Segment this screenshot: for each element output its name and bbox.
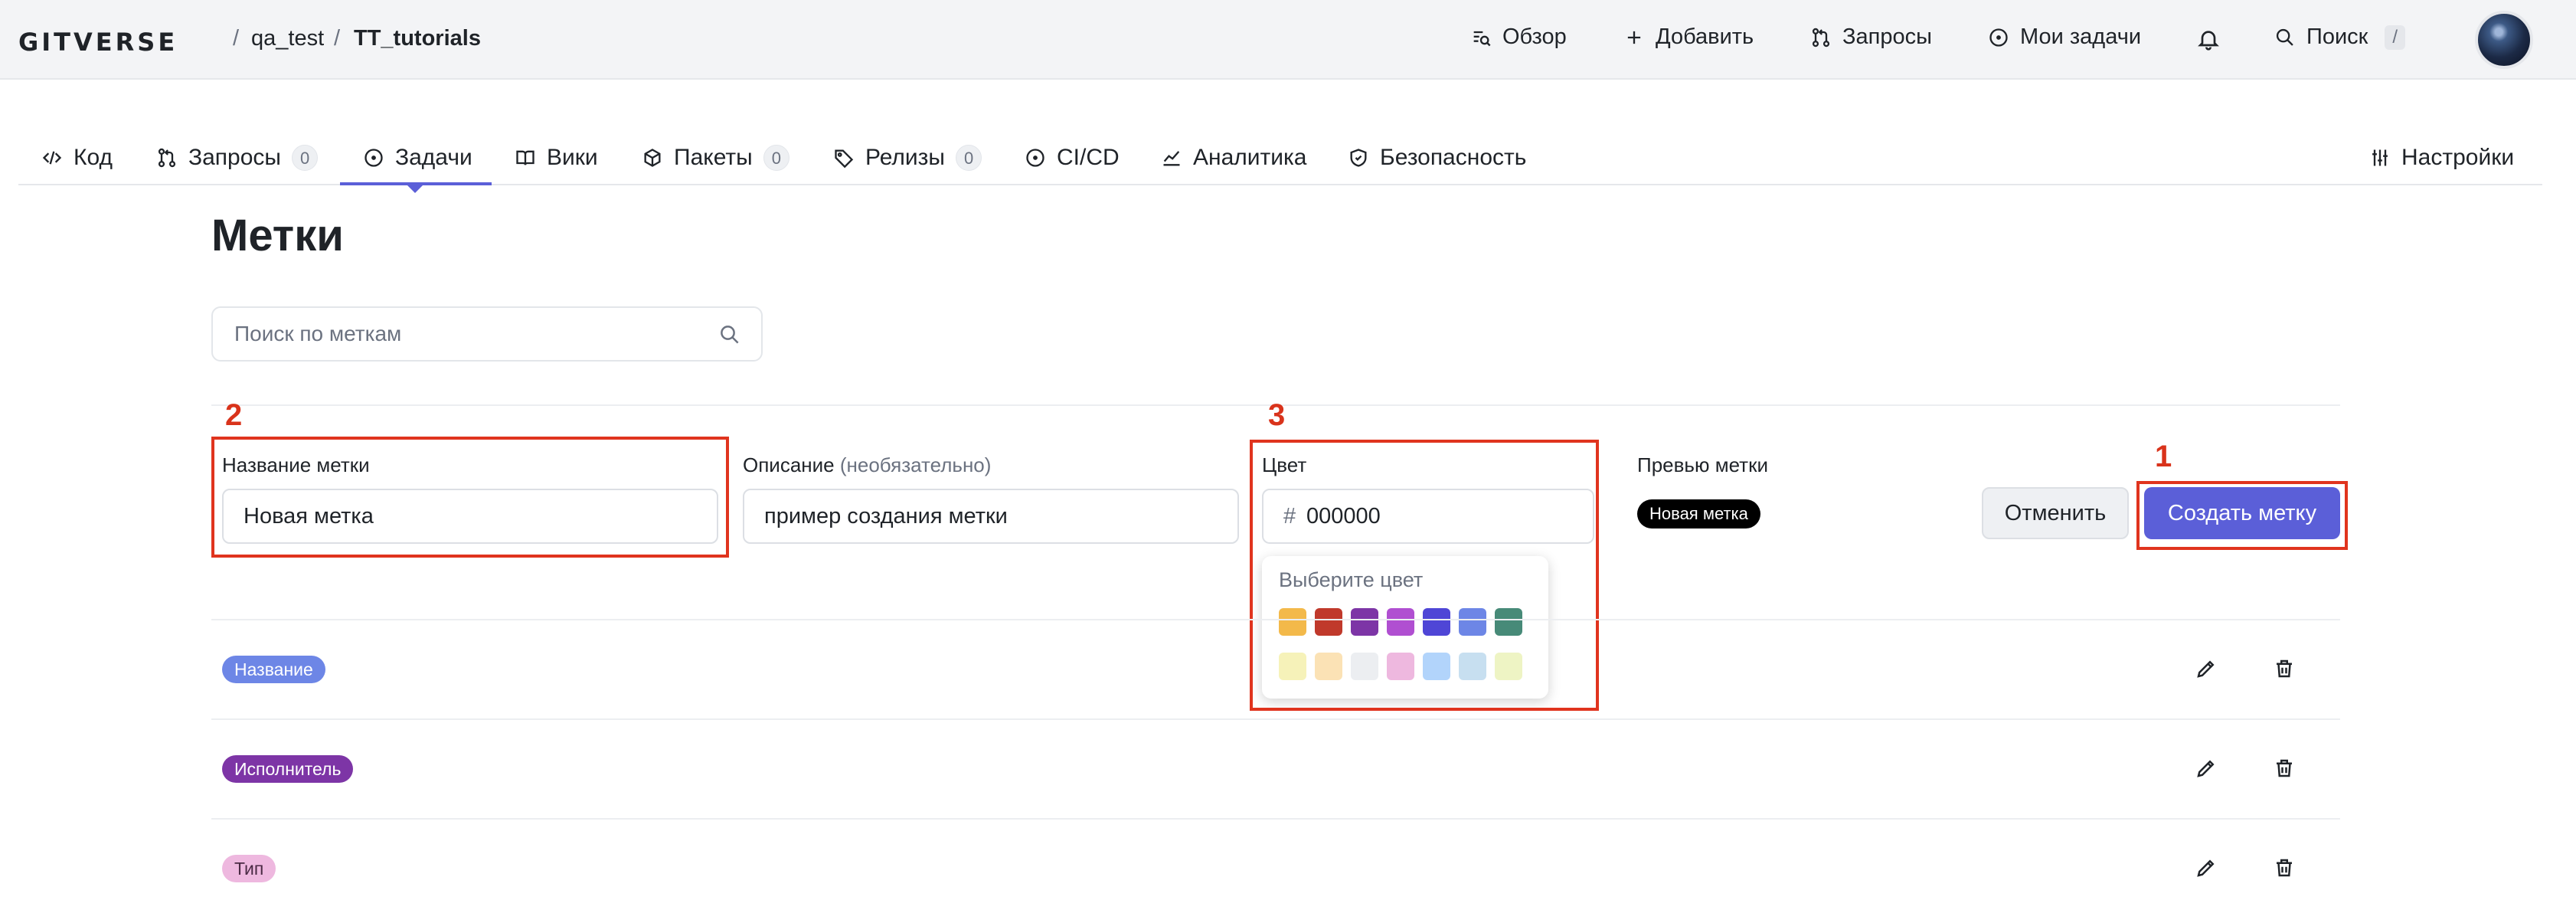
label-badge[interactable]: Исполнитель [222,755,354,783]
header-search-label: Поиск [2306,25,2368,49]
sliders-icon [2372,149,2388,166]
overview-icon [1473,31,1491,46]
nav-my-tasks-label: Мои задачи [2020,25,2142,49]
breadcrumb-owner[interactable]: qa_test [251,26,324,51]
tab-packages[interactable]: Пакеты 0 [642,130,789,185]
trash-icon[interactable] [2273,757,2296,780]
edit-icon[interactable] [2195,856,2218,879]
tab-count-badge: 0 [763,145,789,171]
tab-settings[interactable]: Настройки [2369,130,2514,185]
pull-request-icon [158,148,176,168]
annotation-box-create [2136,481,2348,550]
tab-label: Релизы [865,145,945,170]
tab-label: Код [74,145,113,170]
tab-wiki[interactable]: Вики [515,130,598,185]
tab-label: Пакеты [674,145,753,170]
tab-count-badge: 0 [291,145,319,171]
nav-my-tasks[interactable]: Мои задачи [1988,25,2141,50]
tab-label: Вики [547,145,598,170]
header-search[interactable]: Поиск / [2274,25,2406,50]
annotation-number: 2 [225,398,243,432]
breadcrumb-separator: / [233,26,240,51]
description-field[interactable] [743,489,1239,544]
annotation-box-color [1250,440,1599,711]
edit-icon[interactable] [2195,757,2218,780]
nav-overview-label: Обзор [1502,25,1567,49]
nav-requests-label: Запросы [1842,25,1932,49]
package-icon [644,149,661,167]
page-title: Метки [211,211,344,260]
tab-analytics[interactable]: Аналитика [1161,130,1307,185]
tab-code[interactable]: Код [41,130,113,185]
cancel-button[interactable]: Отменить [1982,487,2129,539]
book-icon [516,150,534,165]
preview-label: Превью метки [1637,453,1768,476]
annotation-number: 3 [1268,398,1286,432]
tab-count-badge: 0 [955,145,982,171]
nav-add[interactable]: Добавить [1623,25,1754,50]
breadcrumb-repo[interactable]: TT_tutorials [354,26,481,51]
tab-label: Настройки [2401,145,2515,170]
divider [211,718,2340,720]
description-label-text: Описание [743,453,835,476]
shield-icon [1350,149,1367,167]
label-search-input[interactable] [234,308,694,360]
nav-add-label: Добавить [1656,25,1754,49]
tab-label: Аналитика [1193,145,1307,170]
issue-icon [1989,28,2008,47]
description-label: Описание (необязательно) [743,453,991,477]
trash-icon[interactable] [2273,657,2296,680]
nav-requests[interactable]: Запросы [1810,25,1932,50]
search-shortcut-key: / [2385,25,2406,50]
edit-icon[interactable] [2195,657,2218,680]
tab-label: CI/CD [1057,145,1120,170]
play-circle-icon [1026,149,1044,167]
tag-icon [835,149,854,169]
label-search[interactable] [211,306,763,362]
search-icon [2276,28,2293,46]
annotation-box-name [211,437,729,558]
label-preview-badge: Новая метка [1637,499,1760,528]
description-input[interactable] [764,490,1224,542]
graph-icon [1163,151,1180,166]
issue-icon [364,149,383,167]
active-tab-caret [407,185,423,193]
plus-icon [1627,31,1641,44]
breadcrumb-separator: / [334,26,341,51]
annotation-number: 1 [2155,440,2172,473]
divider [211,818,2340,820]
tab-releases[interactable]: Релизы 0 [833,130,982,185]
tab-requests[interactable]: Запросы 0 [156,130,319,185]
nav-overview[interactable]: Обзор [1470,25,1567,50]
search-icon[interactable] [718,323,741,346]
label-badge[interactable]: Название [222,656,325,683]
repo-tabs: Код Запросы 0 Задачи Вики Пакеты 0 Релиз… [18,130,2542,185]
tab-security[interactable]: Безопасность [1348,130,1526,185]
user-avatar[interactable] [2475,11,2533,69]
tab-label: Запросы [188,145,281,170]
code-icon [42,151,62,165]
description-optional-hint: (необязательно) [839,453,992,476]
trash-icon[interactable] [2273,856,2296,879]
tab-cicd[interactable]: CI/CD [1025,130,1120,185]
label-badge[interactable]: Тип [222,855,276,882]
top-header: GITVERSE / qa_test / TT_tutorials Обзор … [0,0,2576,80]
divider [211,619,2340,620]
tab-label: Задачи [395,145,472,170]
tab-issues[interactable]: Задачи [363,130,472,185]
pull-request-icon [1812,28,1830,47]
gitverse-logo[interactable]: GITVERSE [18,28,178,57]
tab-label: Безопасность [1380,145,1527,170]
bell-icon[interactable] [2196,26,2221,52]
